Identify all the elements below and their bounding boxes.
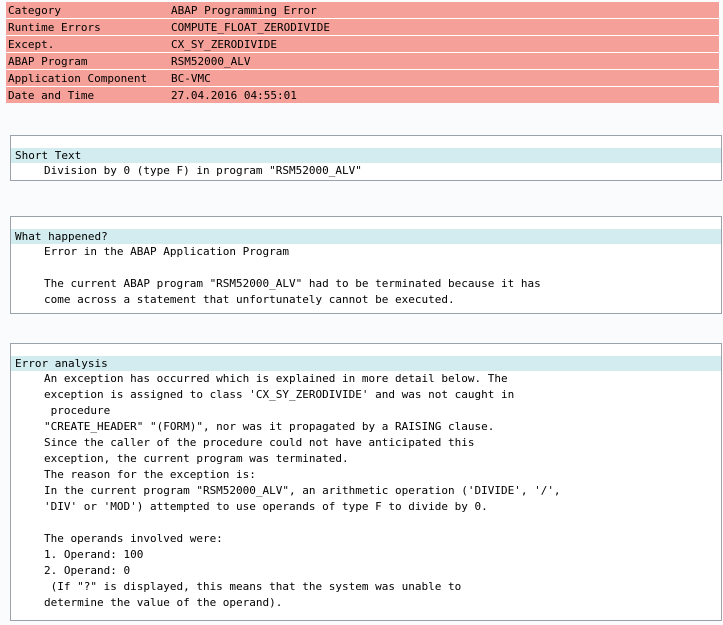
header-value: COMPUTE_FLOAT_ZERODIVIDE [171,20,330,34]
what-happened-section: What happened? Error in the ABAP Applica… [10,216,722,314]
section-title: What happened? [11,229,721,244]
text-line: Division by 0 (type F) in program "RSM52… [44,164,362,177]
text-line: procedure [44,404,111,417]
header-value: BC-VMC [171,71,211,85]
text-line: An exception has occurred which is expla… [44,372,508,385]
text-line: exception is assigned to class 'CX_SY_ZE… [44,388,515,401]
header-row-runtime-errors: Runtime Errors COMPUTE_FLOAT_ZERODIVIDE [6,18,719,35]
text-line: 'DIV' or 'MOD') attempted to use operand… [44,500,488,513]
text-line: In the current program "RSM52000_ALV", a… [44,484,561,497]
header-label: Except. [8,37,55,51]
header-label: ABAP Program [8,54,88,68]
header-value: 27.04.2016 04:55:01 [171,88,297,102]
header-label: Category [8,3,61,17]
header-value: ABAP Programming Error [171,3,317,17]
dump-header-table: Category ABAP Programming Error Runtime … [6,2,719,103]
header-value: CX_SY_ZERODIVIDE [171,37,277,51]
text-line: The current ABAP program "RSM52000_ALV" … [44,277,541,290]
header-value: RSM52000_ALV [171,54,251,68]
section-title: Error analysis [11,356,721,371]
section-title: Short Text [11,148,721,163]
text-line: 1. Operand: 100 [44,548,144,561]
text-line: Error in the ABAP Application Program [44,245,290,258]
short-text-section: Short Text Division by 0 (type F) in pro… [10,135,722,181]
text-line: The reason for the exception is: [44,468,256,481]
header-label: Application Component [8,71,148,85]
section-body: Division by 0 (type F) in program "RSM52… [11,163,721,179]
text-line: come across a statement that unfortunate… [44,293,455,306]
text-line: (If "?" is displayed, this means that th… [44,580,462,593]
header-row-abap-program: ABAP Program RSM52000_ALV [6,52,719,69]
header-row-application-component: Application Component BC-VMC [6,69,719,86]
text-line: determine the value of the operand). [44,596,283,609]
text-line: exception, the current program was termi… [44,452,349,465]
header-label: Date and Time [8,88,95,102]
header-row-date-time: Date and Time 27.04.2016 04:55:01 [6,86,719,103]
text-line: 2. Operand: 0 [44,564,131,577]
header-row-category: Category ABAP Programming Error [6,2,719,18]
text-line [44,515,721,531]
text-line: Since the caller of the procedure could … [44,436,475,449]
section-body: Error in the ABAP Application Program Th… [11,244,721,308]
header-row-exception: Except. CX_SY_ZERODIVIDE [6,35,719,52]
error-analysis-section: Error analysis An exception has occurred… [10,343,722,621]
text-line: "CREATE_HEADER" "(FORM)", nor was it pro… [44,420,495,433]
section-body: An exception has occurred which is expla… [11,371,721,611]
text-line: The operands involved were: [44,532,223,545]
header-label: Runtime Errors [8,20,101,34]
text-line [44,260,721,276]
